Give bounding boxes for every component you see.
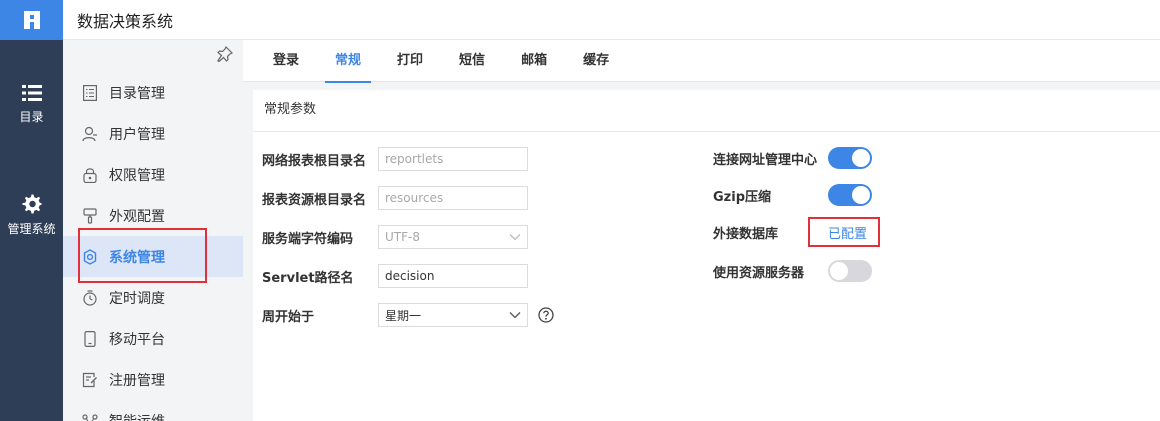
user-icon	[81, 125, 99, 143]
resource-server-field: 使用资源服务器	[713, 260, 872, 282]
sidebar-item-label: 定时调度	[109, 290, 165, 307]
resource-root-input: resources	[378, 186, 528, 210]
sidebar-item-mobile[interactable]: 移动平台	[63, 318, 243, 359]
lock-icon	[81, 166, 99, 184]
servlet-path-field: Servlet路径名 decision	[262, 264, 528, 288]
rail-item-label: 目录	[19, 110, 44, 124]
timer-icon	[81, 289, 99, 307]
register-icon	[81, 371, 99, 389]
select-value: 星期一	[385, 308, 422, 323]
week-start-select[interactable]: 星期一	[378, 303, 528, 327]
tab-cache[interactable]: 缓存	[565, 40, 627, 82]
resource-root-field: 报表资源根目录名 resources	[262, 186, 528, 210]
resource-server-toggle[interactable]	[828, 260, 872, 282]
toggle-knob	[852, 149, 870, 167]
gear-icon	[81, 248, 99, 266]
sidebar-item-label: 移动平台	[109, 331, 165, 348]
sidebar-item-label: 权限管理	[109, 167, 165, 184]
field-label: 报表资源根目录名	[262, 192, 367, 208]
gzip-toggle[interactable]	[828, 184, 872, 206]
tab-login[interactable]: 登录	[255, 40, 317, 82]
sidebar-item-permissions[interactable]: 权限管理	[63, 154, 243, 195]
servlet-path-input[interactable]: decision	[378, 264, 528, 288]
field-label: Servlet路径名	[262, 270, 354, 286]
tab-sms[interactable]: 短信	[441, 40, 503, 82]
connect-center-field: 连接网址管理中心	[713, 147, 872, 169]
app-rail: 目录 管理系统	[0, 0, 63, 421]
chevron-down-icon	[509, 312, 521, 319]
field-label: 连接网址管理中心	[713, 152, 818, 168]
field-label: 使用资源服务器	[713, 265, 805, 281]
week-start-field: 周开始于 星期一	[262, 303, 554, 327]
sidebar-item-label: 用户管理	[109, 126, 165, 143]
gzip-field: Gzip压缩	[713, 184, 872, 206]
sidebar-item-register[interactable]: 注册管理	[63, 359, 243, 400]
report-root-input: reportlets	[378, 147, 528, 171]
main-content: 登录 常规 打印 短信 邮箱 缓存 常规参数 网络报表根目录名 reportle…	[243, 40, 1160, 421]
pin-icon[interactable]	[217, 46, 233, 62]
field-label: 网络报表根目录名	[262, 153, 367, 169]
sidebar-item-catalog[interactable]: 目录管理	[63, 72, 243, 113]
toggle-knob	[830, 262, 848, 280]
help-icon[interactable]	[538, 307, 554, 323]
sidebar-item-schedule[interactable]: 定时调度	[63, 277, 243, 318]
sidebar-item-label: 外观配置	[109, 208, 165, 225]
sidebar-item-users[interactable]: 用户管理	[63, 113, 243, 154]
logo-icon	[23, 11, 40, 29]
sidebar-item-label: 目录管理	[109, 85, 165, 102]
field-label: 服务端字符编码	[262, 231, 354, 247]
app-logo[interactable]	[0, 0, 63, 40]
tab-email[interactable]: 邮箱	[503, 40, 565, 82]
field-label: 周开始于	[262, 309, 315, 325]
sidebar-item-label: 智能运维	[109, 411, 165, 421]
connect-center-toggle[interactable]	[828, 147, 872, 169]
report-root-field: 网络报表根目录名 reportlets	[262, 147, 528, 171]
rail-item-admin[interactable]: 管理系统	[0, 194, 63, 237]
toggle-knob	[852, 186, 870, 204]
sidebar-item-appearance[interactable]: 外观配置	[63, 195, 243, 236]
rail-item-catalog[interactable]: 目录	[0, 84, 63, 125]
charset-field: 服务端字符编码 UTF-8	[262, 225, 528, 249]
general-params-panel: 常规参数 网络报表根目录名 reportlets 报表资源根目录名 resour…	[253, 90, 1160, 421]
sidebar-item-label: 系统管理	[109, 249, 165, 266]
external-db-field: 外接数据库 已配置	[713, 223, 867, 242]
app-header: 数据决策系统	[63, 0, 1160, 40]
charset-select: UTF-8	[378, 225, 528, 249]
gear-icon	[22, 194, 41, 214]
chevron-down-icon	[509, 234, 521, 241]
sidebar-item-ops[interactable]: 智能运维	[63, 400, 243, 421]
app-title: 数据决策系统	[77, 11, 174, 31]
sidebar: 目录管理 用户管理 权限管理 外观配置 系统管理 定时调度 移动平台 注册管理	[63, 40, 243, 421]
field-label: Gzip压缩	[713, 189, 771, 205]
panel-title: 常规参数	[253, 90, 1160, 132]
tab-bar: 登录 常规 打印 短信 邮箱 缓存	[243, 40, 1160, 83]
tab-print[interactable]: 打印	[379, 40, 441, 82]
catalog-icon	[81, 84, 99, 102]
sidebar-item-label: 注册管理	[109, 372, 165, 389]
sidebar-menu: 目录管理 用户管理 权限管理 外观配置 系统管理 定时调度 移动平台 注册管理	[63, 72, 243, 421]
sidebar-item-system[interactable]: 系统管理	[63, 236, 243, 277]
external-db-configured-link[interactable]: 已配置	[828, 223, 867, 242]
ops-icon	[81, 412, 99, 421]
mobile-icon	[81, 330, 99, 348]
brush-icon	[81, 207, 99, 225]
select-value: UTF-8	[385, 230, 420, 244]
rail-item-label: 管理系统	[7, 222, 56, 236]
list-icon	[21, 85, 42, 101]
tab-general[interactable]: 常规	[317, 40, 379, 83]
field-label: 外接数据库	[713, 227, 779, 242]
